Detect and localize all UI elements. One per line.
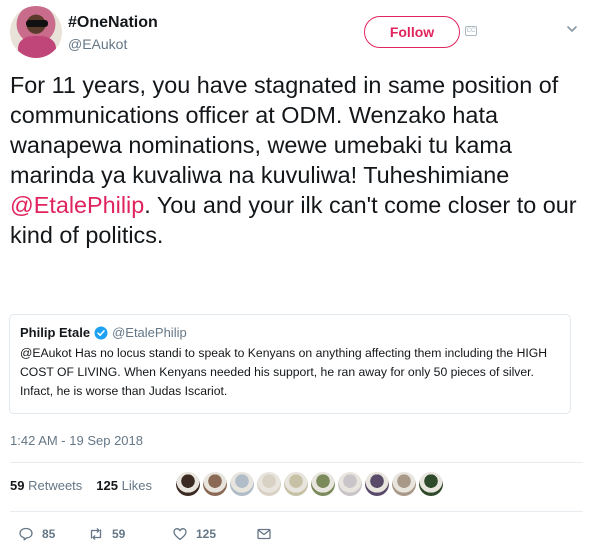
tweet-timestamp[interactable]: 1:42 AM - 19 Sep 2018 [10,433,143,448]
retweet-icon [90,528,102,540]
liker-avatar[interactable] [230,472,254,496]
likes-stat[interactable]: 125 Likes [96,478,152,493]
chevron-down-icon[interactable] [565,22,579,36]
retweets-label: Retweets [28,478,83,493]
quoted-tweet-text: @EAukot Has no locus standi to speak to … [20,346,548,398]
avatar-body [18,36,56,58]
verified-badge-icon [94,326,108,340]
reply-action[interactable]: 85 [18,526,88,542]
retweet-count: 59 [112,527,126,541]
like-count: 125 [196,527,217,541]
display-name[interactable]: #OneNation [68,14,158,32]
envelope-icon [257,528,271,540]
tweet-actions: 85 59 125 [18,526,272,542]
liker-avatar[interactable] [284,472,308,496]
likes-count: 125 [96,478,118,493]
retweet-action[interactable]: 59 [88,526,172,542]
closed-caption-icon[interactable]: CC [465,26,477,36]
retweets-stat[interactable]: 59 Retweets [10,478,82,493]
divider [10,511,583,512]
liker-avatar[interactable] [311,472,335,496]
tweet-header: #OneNation @EAukot Follow CC [10,6,583,60]
liker-avatar[interactable] [176,472,200,496]
user-handle[interactable]: @EAukot [68,36,127,52]
quoted-tweet[interactable]: Philip Etale @EtalePhilip @EAukot Has no… [9,314,571,414]
reply-count: 85 [42,527,56,541]
divider [10,462,583,463]
liker-avatar[interactable] [365,472,389,496]
avatar-sunglasses [26,20,48,27]
follow-button[interactable]: Follow [364,16,460,48]
tweet-stats: 59 Retweets 125 Likes [10,478,152,493]
retweets-count: 59 [10,478,25,493]
liker-avatar[interactable] [419,472,443,496]
likes-label: Likes [121,478,152,493]
direct-message-action[interactable] [256,526,272,542]
like-action[interactable]: 125 [172,526,256,542]
quoted-display-name: Philip Etale [20,325,91,340]
liker-avatars [176,472,443,496]
quoted-handle: @EtalePhilip [112,325,187,340]
tweet-text: For 11 years, you have stagnated in same… [10,70,585,250]
liker-avatar[interactable] [338,472,362,496]
liker-avatar[interactable] [392,472,416,496]
liker-avatar[interactable] [257,472,281,496]
heart-icon [173,528,187,541]
avatar[interactable] [10,6,62,58]
quoted-tweet-header: Philip Etale @EtalePhilip [20,324,560,342]
tweet-text-part1: For 11 years, you have stagnated in same… [10,72,559,188]
liker-avatar[interactable] [203,472,227,496]
reply-icon [19,527,33,541]
mention-link[interactable]: @EtalePhilip [10,192,144,218]
